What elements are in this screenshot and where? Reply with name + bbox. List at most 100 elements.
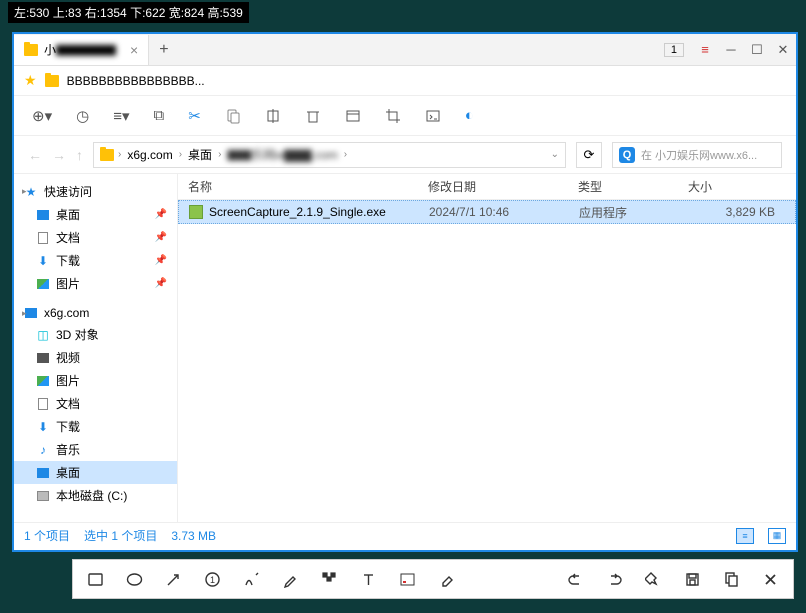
number-tool[interactable]: 1	[204, 571, 221, 588]
window-button[interactable]	[345, 108, 361, 124]
search-placeholder: 在 小刀娱乐网www.x6...	[641, 147, 757, 163]
sidebar-documents[interactable]: 文档📌	[14, 226, 177, 249]
sidebar-pictures[interactable]: 图片📌	[14, 272, 177, 295]
sidebar-localdisk[interactable]: 本地磁盘 (C:)	[14, 484, 177, 507]
pin-button[interactable]	[645, 571, 662, 588]
file-type: 应用程序	[579, 204, 689, 221]
save-button[interactable]	[684, 571, 701, 588]
chevron-right-icon: ›	[344, 149, 347, 160]
search-icon: Q	[619, 147, 635, 163]
forward-button[interactable]: →	[52, 147, 66, 163]
breadcrumb-item[interactable]: 桌面	[186, 146, 214, 163]
back-button[interactable]: ←	[28, 147, 42, 163]
file-explorer-window: 小▇▇▇▇▇ × + 1 ≡ ─ ☐ ✕ ★ BBBBBBBBBBBBBBBB.…	[12, 32, 798, 552]
status-selected: 选中 1 个项目	[84, 527, 157, 544]
breadcrumb-item[interactable]: ▇▇乐网w▇▇▇.com	[225, 146, 339, 163]
maximize-button[interactable]: ☐	[744, 37, 770, 63]
theme-button[interactable]: ◐	[465, 107, 474, 124]
search-input[interactable]: Q 在 小刀娱乐网www.x6...	[612, 142, 782, 168]
close-button[interactable]: ✕	[770, 37, 796, 63]
copy-button[interactable]: ⧉	[154, 107, 165, 124]
mosaic-tool[interactable]	[321, 571, 338, 588]
sidebar-3d[interactable]: ◫3D 对象	[14, 323, 177, 346]
sidebar-video[interactable]: 视频	[14, 346, 177, 369]
column-name[interactable]: 名称	[178, 178, 428, 195]
redo-button[interactable]	[606, 571, 623, 588]
chevron-right-icon: ›	[179, 149, 182, 160]
cut-button[interactable]: ✂	[188, 107, 201, 125]
refresh-button[interactable]: ⟳	[576, 142, 602, 168]
arrow-tool[interactable]	[165, 571, 182, 588]
capture-dimensions: 左:530 上:83 右:1354 下:622 宽:824 高:539	[8, 2, 249, 23]
undo-button[interactable]	[567, 571, 584, 588]
sidebar-downloads2[interactable]: ⬇下载	[14, 415, 177, 438]
add-tab-button[interactable]: +	[149, 41, 178, 59]
delete-button[interactable]	[305, 108, 321, 124]
list-button[interactable]: ≡▾	[113, 107, 129, 125]
sidebar: ▸★快速访问 桌面📌 文档📌 ⬇下载📌 图片📌 ▸x6g.com ◫3D 对象 …	[14, 174, 178, 522]
breadcrumb[interactable]: › x6g.com › 桌面 › ▇▇乐网w▇▇▇.com › ⌄	[93, 142, 566, 168]
copy-result-button[interactable]	[723, 571, 740, 588]
file-date: 2024/7/1 10:46	[429, 205, 579, 219]
folder-icon	[100, 149, 114, 161]
terminal-button[interactable]	[425, 108, 441, 124]
column-headers: 名称 修改日期 类型 大小	[178, 174, 796, 200]
tab-count-badge: 1	[664, 43, 684, 57]
paste-button[interactable]	[225, 108, 241, 124]
ellipse-tool[interactable]	[126, 571, 143, 588]
chevron-right-icon: ›	[118, 149, 121, 160]
sidebar-desktop2[interactable]: 桌面	[14, 461, 177, 484]
column-type[interactable]: 类型	[578, 178, 688, 195]
file-list: 名称 修改日期 类型 大小 ScreenCapture_2.1.9_Single…	[178, 174, 796, 522]
sidebar-documents2[interactable]: 文档	[14, 392, 177, 415]
bookmark-bar: ★ BBBBBBBBBBBBBBBB...	[14, 66, 796, 96]
eraser-tool[interactable]	[438, 571, 455, 588]
folder-icon	[45, 75, 59, 87]
toolbar: ⊕▾ ◷ ≡▾ ⧉ ✂ ◐	[14, 96, 796, 136]
main-area: ▸★快速访问 桌面📌 文档📌 ⬇下载📌 图片📌 ▸x6g.com ◫3D 对象 …	[14, 174, 796, 522]
tab-title: 小▇▇▇▇▇	[44, 41, 116, 58]
sidebar-quick-access[interactable]: ▸★快速访问	[14, 180, 177, 203]
sidebar-pictures2[interactable]: 图片	[14, 369, 177, 392]
titlebar: 小▇▇▇▇▇ × + 1 ≡ ─ ☐ ✕	[14, 34, 796, 66]
bookmark-path[interactable]: BBBBBBBBBBBBBBBB...	[67, 74, 205, 88]
file-name: ScreenCapture_2.1.9_Single.exe	[209, 205, 386, 219]
crop-button[interactable]	[385, 108, 401, 124]
sidebar-music[interactable]: ♪音乐	[14, 438, 177, 461]
marker-tool[interactable]	[282, 571, 299, 588]
rename-button[interactable]	[265, 108, 281, 124]
view-details-button[interactable]: ≡	[736, 528, 754, 544]
svg-text:1: 1	[210, 575, 215, 585]
rect-tool[interactable]	[87, 571, 104, 588]
menu-button[interactable]: ≡	[692, 37, 718, 63]
sidebar-downloads[interactable]: ⬇下载📌	[14, 249, 177, 272]
pen-tool[interactable]	[243, 571, 260, 588]
view-icons-button[interactable]: ▦	[768, 528, 786, 544]
sidebar-x6g[interactable]: ▸x6g.com	[14, 303, 177, 323]
navbar: ← → ↑ › x6g.com › 桌面 › ▇▇乐网w▇▇▇.com › ⌄ …	[14, 136, 796, 174]
status-size: 3.73 MB	[171, 529, 216, 543]
status-count: 1 个项目	[24, 527, 70, 544]
sidebar-desktop[interactable]: 桌面📌	[14, 203, 177, 226]
minimize-button[interactable]: ─	[718, 37, 744, 63]
close-tab-icon[interactable]: ×	[130, 42, 138, 58]
breadcrumb-item[interactable]: x6g.com	[125, 148, 174, 162]
text-tool[interactable]	[360, 571, 377, 588]
star-icon[interactable]: ★	[24, 72, 37, 89]
color-tool[interactable]	[399, 571, 416, 588]
up-button[interactable]: ↑	[76, 147, 83, 163]
chevron-down-icon[interactable]: ⌄	[551, 149, 559, 160]
screenshot-toolbar: 1	[72, 559, 794, 599]
file-row[interactable]: ScreenCapture_2.1.9_Single.exe 2024/7/1 …	[178, 200, 796, 224]
chevron-right-icon: ›	[218, 149, 221, 160]
tab-active[interactable]: 小▇▇▇▇▇ ×	[14, 35, 149, 65]
new-button[interactable]: ⊕▾	[32, 107, 52, 125]
column-date[interactable]: 修改日期	[428, 178, 578, 195]
folder-icon	[24, 44, 38, 56]
column-size[interactable]: 大小	[688, 178, 796, 195]
cancel-button[interactable]	[762, 571, 779, 588]
file-size: 3,829 KB	[689, 205, 795, 219]
exe-icon	[189, 205, 203, 219]
statusbar: 1 个项目 选中 1 个项目 3.73 MB ≡ ▦	[14, 522, 796, 548]
history-button[interactable]: ◷	[76, 107, 89, 125]
